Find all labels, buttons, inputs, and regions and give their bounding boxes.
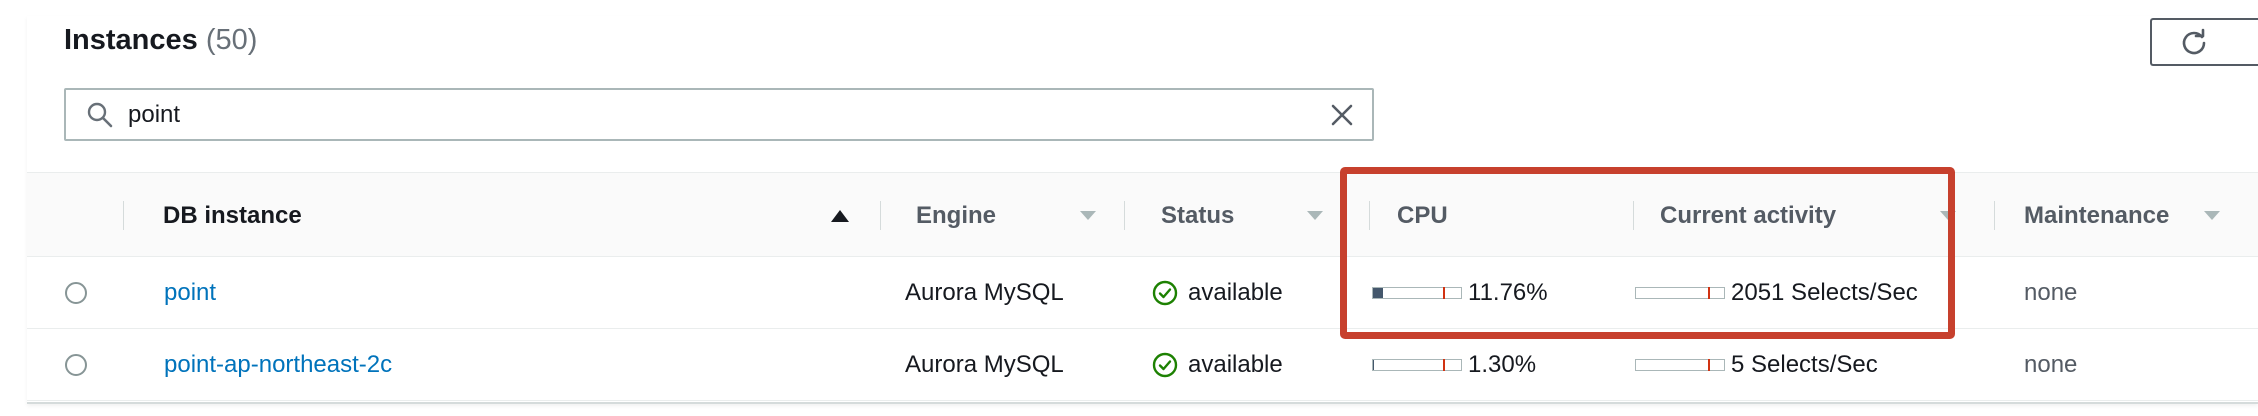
table-header: DB instance Engine Status CPU Current ac…: [27, 172, 2258, 257]
column-divider: [123, 201, 124, 230]
activity-value: 5 Selects/Sec: [1731, 351, 1878, 378]
search-icon: [86, 101, 114, 129]
maintenance-cell: none: [2024, 279, 2078, 306]
column-cpu-label: CPU: [1397, 201, 1448, 229]
engine-cell: Aurora MySQL: [905, 279, 1064, 306]
cpu-bar-threshold: [1443, 287, 1445, 299]
column-engine[interactable]: Engine: [880, 173, 1124, 258]
cpu-cell: 1.30%: [1372, 329, 1536, 401]
column-db-instance-label: DB instance: [163, 201, 302, 229]
check-circle-icon: [1152, 280, 1178, 306]
page-title: Instances (50): [64, 24, 257, 57]
column-divider: [880, 201, 881, 230]
column-divider: [1633, 201, 1634, 230]
row-select-cell: [65, 257, 87, 329]
table-row[interactable]: point Aurora MySQL available 11.76% 2051…: [27, 257, 2258, 329]
db-instance-link[interactable]: point: [164, 279, 216, 307]
cpu-value: 11.76%: [1468, 279, 1548, 306]
column-current-activity-label: Current activity: [1660, 201, 1837, 229]
column-current-activity[interactable]: Current activity: [1633, 173, 1994, 258]
title-text: Instances: [64, 24, 198, 56]
status-cell: available: [1152, 257, 1283, 329]
column-divider: [1994, 201, 1995, 230]
cpu-bar-fill: [1373, 288, 1384, 298]
activity-value: 2051 Selects/Sec: [1731, 279, 1918, 306]
maintenance-cell: none: [2024, 351, 2078, 378]
cpu-bar-threshold: [1443, 359, 1445, 371]
engine-cell: Aurora MySQL: [905, 351, 1064, 378]
activity-bar-threshold: [1708, 359, 1710, 371]
status-text: available: [1188, 351, 1283, 378]
sort-icon: [2204, 211, 2220, 220]
close-icon[interactable]: [1326, 99, 1358, 131]
sort-icon: [1307, 211, 1323, 220]
check-circle-icon: [1152, 352, 1178, 378]
column-status-label: Status: [1161, 201, 1235, 229]
status-text: available: [1188, 279, 1283, 306]
activity-bar-threshold: [1708, 287, 1710, 299]
column-db-instance[interactable]: DB instance: [123, 173, 880, 258]
column-cpu[interactable]: CPU: [1369, 173, 1633, 258]
db-instance-link[interactable]: point-ap-northeast-2c: [164, 351, 392, 379]
column-engine-label: Engine: [916, 201, 997, 229]
db-instance-cell: point-ap-northeast-2c: [164, 329, 392, 401]
cpu-bar: [1372, 287, 1462, 299]
cpu-value: 1.30%: [1468, 351, 1537, 378]
db-instance-cell: point: [164, 257, 216, 329]
activity-bar: [1635, 359, 1725, 371]
refresh-button[interactable]: [2150, 18, 2258, 66]
column-status[interactable]: Status: [1124, 173, 1369, 258]
sort-ascending-icon: [831, 210, 849, 222]
column-divider: [1369, 201, 1370, 230]
activity-cell: 5 Selects/Sec: [1635, 329, 1878, 401]
instance-count: (50): [205, 24, 258, 56]
table-row[interactable]: point-ap-northeast-2c Aurora MySQL avail…: [27, 329, 2258, 401]
search-input[interactable]: [126, 99, 1326, 130]
cpu-bar-fill: [1373, 360, 1375, 370]
cpu-cell: 11.76%: [1372, 257, 1548, 329]
status-cell: available: [1152, 329, 1283, 401]
sort-icon: [1940, 211, 1956, 220]
column-maintenance-label: Maintenance: [2024, 201, 2170, 229]
column-divider: [1124, 201, 1125, 230]
activity-bar: [1635, 287, 1725, 299]
row-radio[interactable]: [65, 282, 87, 304]
row-select-cell: [65, 329, 87, 401]
sort-icon: [1080, 211, 1096, 220]
activity-cell: 2051 Selects/Sec: [1635, 257, 1918, 329]
refresh-icon: [2180, 28, 2208, 56]
cpu-bar: [1372, 359, 1462, 371]
row-radio[interactable]: [65, 354, 87, 376]
column-maintenance[interactable]: Maintenance: [1994, 173, 2258, 258]
search-box: [64, 88, 1374, 141]
